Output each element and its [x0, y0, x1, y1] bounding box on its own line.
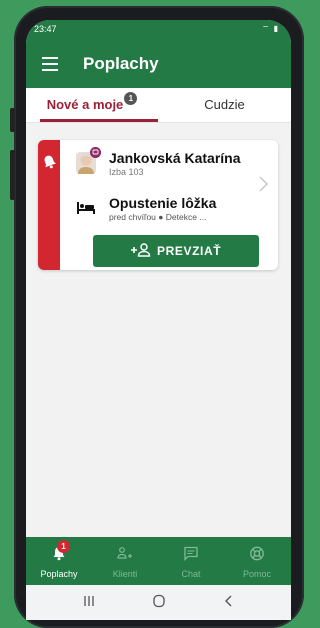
menu-icon[interactable] — [42, 57, 58, 71]
volume-button — [10, 108, 15, 132]
alarm-type: Opustenie lôžka — [109, 195, 217, 211]
chevron-right-icon[interactable] — [259, 176, 268, 192]
power-button — [10, 150, 15, 200]
add-person-icon — [131, 243, 151, 257]
page-title: Poplachy — [83, 54, 159, 73]
app-bar: Poplachy — [26, 40, 291, 88]
nav-label: Pomoc — [242, 569, 271, 579]
tab-label: Nové a moje — [46, 97, 124, 112]
nav-label: Klienti — [112, 569, 138, 579]
alarm-strip — [38, 140, 60, 270]
nav-label: Poplachy — [40, 569, 78, 579]
tab-bar: Nové a moje 1 Cudzie — [26, 88, 291, 123]
alarm-card[interactable]: Jankovská Katarína Izba 103 Opustenie lô… — [38, 140, 278, 270]
bed-icon — [77, 202, 95, 214]
take-over-label: PREVZIAŤ — [157, 244, 222, 258]
alarm-meta: pred chvíľou ● Detekce ... — [109, 212, 206, 222]
recent-apps-icon[interactable] — [82, 594, 96, 608]
bell-alert-icon — [44, 155, 57, 169]
system-nav-bar — [26, 585, 291, 620]
clients-icon — [117, 547, 132, 559]
tab-label: Cudzie — [204, 97, 245, 112]
nav-clients[interactable]: Klienti — [92, 537, 158, 585]
room-label: Izba 103 — [109, 167, 144, 177]
nav-label: Chat — [181, 569, 201, 579]
back-icon[interactable] — [222, 594, 236, 608]
dot-separator: ● — [158, 212, 164, 222]
alarm-source: Detekce ... — [165, 212, 207, 222]
status-icons: ⌔ ▮ — [261, 24, 279, 33]
nav-alarms[interactable]: 1 Poplachy — [26, 537, 92, 585]
tab-foreign[interactable]: Cudzie — [158, 88, 291, 122]
person-name: Jankovská Katarína — [109, 150, 241, 166]
nav-count-badge: 1 — [57, 540, 70, 553]
tab-count-badge: 1 — [124, 92, 138, 105]
nav-chat[interactable]: Chat — [158, 537, 224, 585]
tab-new-and-mine[interactable]: Nové a moje 1 — [26, 88, 158, 122]
app-screen: 23:47 ⌔ ▮ Poplachy Nové a moje1 Cudzie — [26, 20, 291, 620]
alarm-time: pred chvíľou — [109, 212, 156, 222]
status-bar: 23:47 ⌔ ▮ — [26, 20, 291, 40]
lifebuoy-icon — [250, 546, 264, 561]
chat-icon — [184, 546, 198, 561]
nav-help[interactable]: Pomoc — [224, 537, 290, 585]
tab-active-indicator — [40, 119, 158, 122]
status-time: 23:47 — [34, 24, 57, 34]
bottom-nav: 1 Poplachy Klienti Chat Pomoc — [26, 537, 291, 585]
take-over-button[interactable]: PREVZIAŤ — [93, 235, 259, 267]
home-icon[interactable] — [152, 594, 166, 608]
message-icon — [90, 147, 101, 158]
